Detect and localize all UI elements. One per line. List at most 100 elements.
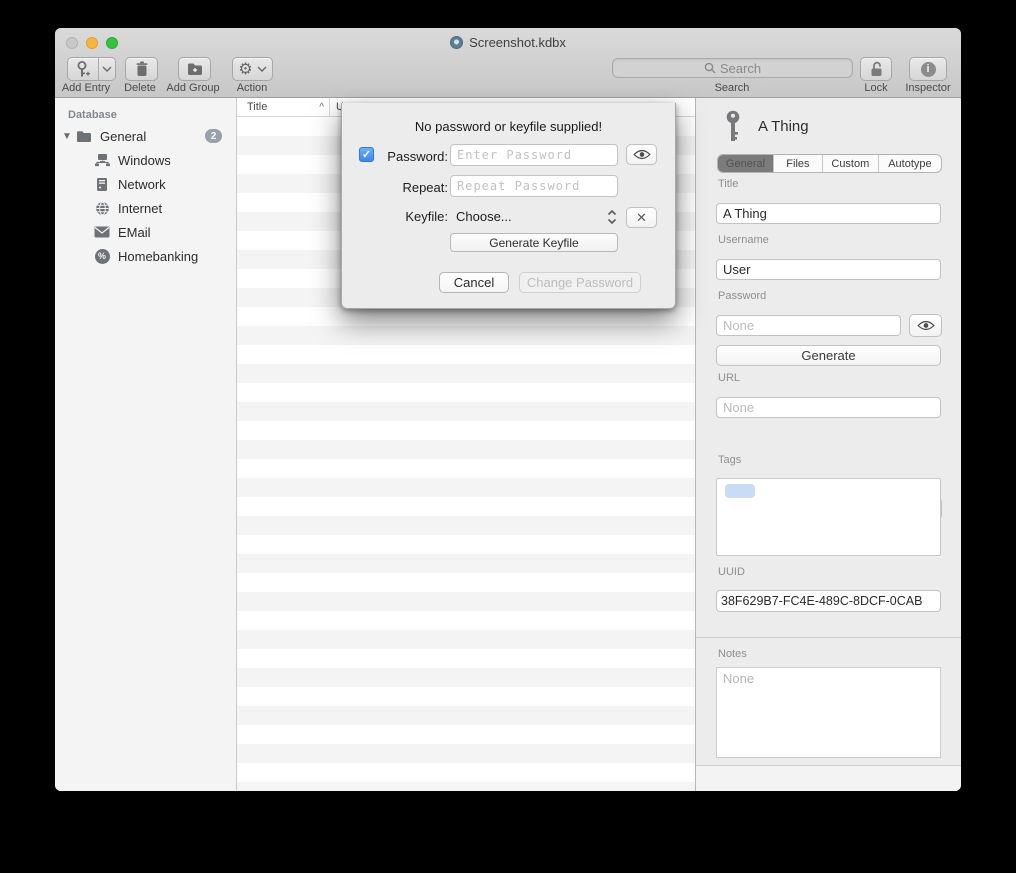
- reveal-password-button[interactable]: [626, 144, 657, 165]
- sidebar-section-header: Database: [68, 109, 236, 121]
- clear-keyfile-button[interactable]: ✕: [626, 207, 657, 228]
- column-header-title[interactable]: Title ^: [237, 98, 330, 116]
- lock-button[interactable]: [860, 57, 892, 81]
- search-icon: [704, 62, 716, 74]
- sidebar-item-label: Windows: [118, 153, 171, 168]
- globe-icon: [93, 200, 111, 216]
- sheet-password-label: Password:: [372, 149, 448, 164]
- password-label: Password: [718, 290, 766, 302]
- repeat-password-field[interactable]: [450, 175, 618, 197]
- unlock-icon: [869, 61, 884, 77]
- minimize-button[interactable]: [86, 37, 98, 49]
- keyfile-popup[interactable]: Choose...: [456, 209, 512, 224]
- window-title-text: Screenshot.kdbx: [469, 35, 566, 50]
- sidebar-item-internet[interactable]: Internet: [55, 196, 236, 220]
- sidebar-item-label: General: [100, 129, 146, 144]
- key-plus-icon[interactable]: [68, 58, 98, 80]
- close-button: [66, 37, 78, 49]
- password-field[interactable]: [716, 315, 901, 336]
- key-icon: [723, 110, 743, 143]
- inspector-label: Inspector: [893, 82, 961, 94]
- search-placeholder: Search: [720, 61, 761, 76]
- add-entry-dropdown-arrow[interactable]: [98, 58, 115, 80]
- sheet-repeat-label: Repeat:: [372, 180, 448, 195]
- sidebar-item-label: EMail: [118, 225, 151, 240]
- title-label: Title: [718, 178, 738, 190]
- server-icon: [93, 176, 111, 192]
- disclosure-triangle-icon[interactable]: ▼: [59, 131, 75, 142]
- sidebar-item-label: Network: [118, 177, 166, 192]
- info-icon: i: [921, 62, 936, 77]
- envelope-icon: [93, 224, 111, 240]
- change-password-button[interactable]: Change Password: [519, 272, 641, 293]
- inspector-tabs: General Files Custom Autotype: [717, 154, 942, 173]
- divider: [696, 637, 961, 638]
- add-entry-label: Add Entry: [55, 82, 117, 94]
- windows-network-icon: [93, 152, 111, 168]
- uuid-label: UUID: [718, 566, 745, 578]
- sidebar: Database ▼ General 2 Windows Network: [55, 98, 237, 791]
- tag-token[interactable]: [725, 484, 755, 498]
- toolbar: Screenshot.kdbx Add Entry Delete Add Gro…: [55, 28, 961, 98]
- inspector-footer: [696, 765, 961, 791]
- sidebar-item-homebanking[interactable]: % Homebanking: [55, 244, 236, 268]
- search-label: Search: [672, 82, 792, 94]
- action-label: Action: [225, 82, 279, 94]
- sheet-keyfile-label: Keyfile:: [372, 209, 448, 224]
- sidebar-item-email[interactable]: EMail: [55, 220, 236, 244]
- notes-label: Notes: [718, 648, 747, 660]
- folder-plus-icon: [187, 62, 203, 76]
- tags-field[interactable]: [716, 478, 941, 556]
- tags-label: Tags: [718, 454, 741, 466]
- sidebar-item-label: Internet: [118, 201, 162, 216]
- enter-password-field[interactable]: [450, 144, 618, 166]
- cancel-button[interactable]: Cancel: [439, 272, 509, 293]
- sidebar-item-network[interactable]: Network: [55, 172, 236, 196]
- reveal-password-button[interactable]: [909, 314, 942, 337]
- check-icon: ✓: [362, 148, 371, 161]
- url-field[interactable]: [716, 397, 941, 418]
- app-window: Screenshot.kdbx Add Entry Delete Add Gro…: [55, 28, 961, 791]
- tab-custom[interactable]: Custom: [823, 155, 879, 172]
- change-password-sheet: No password or keyfile supplied! ✓ Passw…: [341, 103, 676, 309]
- sheet-message: No password or keyfile supplied!: [342, 119, 675, 134]
- popup-chevrons-icon[interactable]: [606, 208, 618, 226]
- username-field[interactable]: [716, 259, 941, 280]
- action-dropdown-arrow: [257, 66, 267, 72]
- tab-files[interactable]: Files: [774, 155, 823, 172]
- add-group-button[interactable]: [178, 57, 211, 81]
- percent-icon: %: [93, 248, 111, 264]
- generate-password-button[interactable]: Generate: [716, 345, 941, 366]
- tab-autotype[interactable]: Autotype: [879, 155, 941, 172]
- add-entry-button[interactable]: [67, 57, 116, 81]
- delete-label: Delete: [117, 82, 163, 94]
- add-group-label: Add Group: [163, 82, 223, 94]
- username-label: Username: [718, 234, 769, 246]
- document-icon: [450, 36, 463, 49]
- gear-icon: ⚙: [238, 61, 252, 77]
- trash-icon: [135, 61, 149, 77]
- sidebar-item-windows[interactable]: Windows: [55, 148, 236, 172]
- folder-icon: [75, 128, 93, 144]
- tab-general[interactable]: General: [718, 155, 774, 172]
- sort-ascending-icon: ^: [319, 102, 324, 113]
- generate-keyfile-button[interactable]: Generate Keyfile: [450, 233, 618, 252]
- eye-icon: [917, 320, 935, 331]
- clear-icon: ✕: [636, 210, 647, 226]
- sidebar-item-label: Homebanking: [118, 249, 198, 264]
- count-badge: 2: [205, 129, 222, 143]
- inspector-button[interactable]: i: [909, 57, 947, 81]
- action-button[interactable]: ⚙: [232, 57, 273, 81]
- delete-button[interactable]: [125, 57, 158, 81]
- uuid-field[interactable]: [716, 590, 941, 612]
- window-title: Screenshot.kdbx: [305, 35, 711, 50]
- search-input[interactable]: Search: [612, 58, 853, 78]
- title-field[interactable]: [716, 203, 941, 224]
- inspector-panel: A Thing General Files Custom Autotype Ti…: [695, 98, 961, 791]
- url-label: URL: [718, 372, 740, 384]
- entry-title: A Thing: [758, 118, 809, 135]
- sidebar-item-general[interactable]: ▼ General 2: [55, 124, 236, 148]
- eye-icon: [633, 149, 651, 160]
- notes-field[interactable]: [716, 667, 941, 758]
- zoom-button[interactable]: [106, 37, 118, 49]
